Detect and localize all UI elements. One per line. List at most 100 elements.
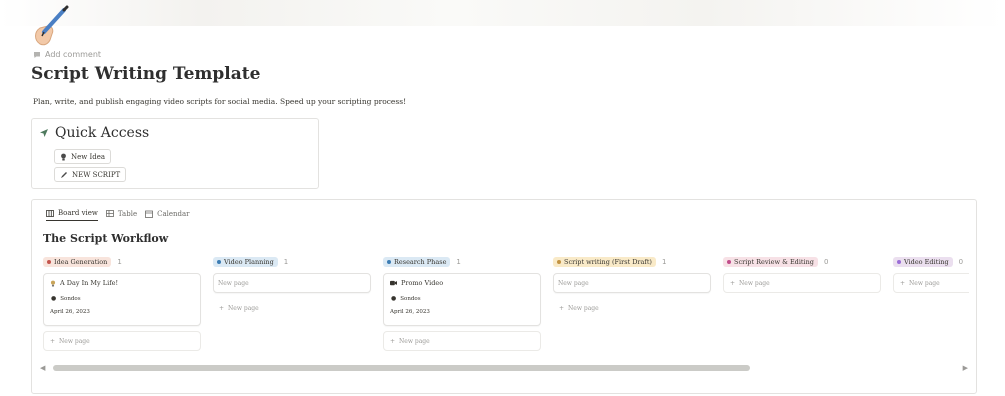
board-card[interactable]: A Day In My Life! ● Sondos April 26, 202… xyxy=(43,273,201,326)
card-owner: ● Sondos xyxy=(391,295,421,302)
new-page-button[interactable]: + New page xyxy=(383,331,541,351)
new-page-label: New page xyxy=(228,304,259,312)
status-label: Video Planning xyxy=(224,258,274,266)
column-header: Video Editing 0 xyxy=(893,256,969,268)
add-comment-button[interactable]: Add comment xyxy=(33,50,101,59)
column-count: 0 xyxy=(823,258,829,266)
new-page-label: New page xyxy=(739,279,770,287)
lightbulb-icon xyxy=(50,280,56,286)
column-count: 0 xyxy=(958,258,964,266)
status-dot xyxy=(727,260,731,264)
new-idea-button[interactable]: New Idea xyxy=(54,149,112,164)
status-label: Script writing (First Draft) xyxy=(564,258,652,266)
new-page-button[interactable]: + New page xyxy=(893,273,969,293)
new-page-button[interactable]: + New page xyxy=(553,298,711,318)
card-name: Promo Video xyxy=(401,279,444,287)
status-label: Video Editing xyxy=(904,258,949,266)
avatar: ● xyxy=(51,295,57,302)
new-idea-label: New Idea xyxy=(71,152,106,161)
status-dot xyxy=(557,260,561,264)
scroll-right-arrow-icon[interactable]: ▶ xyxy=(963,364,968,372)
status-label: Idea Generation xyxy=(54,258,108,266)
board-column-research-phase: Research Phase 1 Promo Video ● Sondos Ap… xyxy=(383,256,542,351)
new-page-label: New page xyxy=(909,279,940,287)
status-badge[interactable]: Idea Generation xyxy=(43,257,112,267)
calendar-icon xyxy=(145,210,153,218)
tab-board-view-label: Board view xyxy=(58,209,98,217)
column-header: Script writing (First Draft) 1 xyxy=(553,256,712,268)
new-page-label: New page xyxy=(399,337,430,345)
quick-access-title: Quick Access xyxy=(55,125,150,141)
plus-icon: + xyxy=(219,304,225,312)
card-owner: ● Sondos xyxy=(51,295,81,302)
tab-table[interactable]: Table xyxy=(106,209,137,221)
status-dot xyxy=(217,260,221,264)
card-title: Promo Video xyxy=(390,279,443,287)
pencil-icon xyxy=(61,171,67,178)
status-dot xyxy=(897,260,901,264)
scroll-left-arrow-icon[interactable]: ◀ xyxy=(40,364,45,372)
new-script-label: NEW SCRIPT xyxy=(72,170,121,179)
avatar: ● xyxy=(391,295,397,302)
plus-icon: + xyxy=(559,304,565,312)
tab-table-label: Table xyxy=(117,209,138,218)
quick-access-heading: Quick Access xyxy=(39,125,149,141)
arrow-pointer-icon xyxy=(40,129,48,137)
card-name: A Day In My Life! xyxy=(60,279,119,287)
new-page-label: New page xyxy=(59,337,90,345)
quick-access-callout: Quick Access New Idea NEW SCRIPT xyxy=(31,118,319,189)
new-page-button[interactable]: + New page xyxy=(213,298,371,318)
column-header: Research Phase 1 xyxy=(383,256,542,268)
plus-icon: + xyxy=(900,279,906,287)
pen-in-hand-icon xyxy=(35,5,69,46)
video-camera-icon xyxy=(390,280,397,286)
comment-icon xyxy=(34,51,40,58)
page-cover xyxy=(0,0,1005,26)
tab-board-view[interactable]: Board view xyxy=(46,209,98,221)
plus-icon: + xyxy=(390,337,396,345)
board-column-script-writing: Script writing (First Draft) 1 New page … xyxy=(553,256,712,318)
board-column-script-review: Script Review & Editing 0 + New page xyxy=(723,256,882,293)
owner-name: Sondos xyxy=(400,295,421,302)
status-badge[interactable]: Research Phase xyxy=(383,257,451,267)
status-badge[interactable]: Video Planning xyxy=(213,257,278,267)
card-placeholder: New page xyxy=(218,280,249,287)
column-count: 1 xyxy=(661,258,667,266)
column-count: 1 xyxy=(456,258,461,266)
board-card[interactable]: New page xyxy=(213,273,371,293)
new-page-button[interactable]: + New page xyxy=(723,273,881,293)
board-card[interactable]: Promo Video ● Sondos April 26, 2023 xyxy=(383,273,541,326)
status-badge[interactable]: Script Review & Editing xyxy=(723,257,818,267)
column-count: 1 xyxy=(283,258,289,266)
new-script-button[interactable]: NEW SCRIPT xyxy=(54,167,127,182)
tab-calendar[interactable]: Calendar xyxy=(145,209,190,221)
card-title: A Day In My Life! xyxy=(50,279,118,287)
horizontal-scrollbar[interactable]: ◀ ▶ xyxy=(40,364,970,372)
status-badge[interactable]: Video Editing xyxy=(893,257,953,267)
plus-icon: + xyxy=(50,337,56,345)
column-count: 1 xyxy=(117,258,122,266)
page-description: Plan, write, and publish engaging video … xyxy=(33,97,407,106)
status-label: Script Review & Editing xyxy=(734,258,814,266)
scrollbar-thumb[interactable] xyxy=(53,365,750,371)
card-date: April 26, 2023 xyxy=(390,309,430,315)
plus-icon: + xyxy=(730,279,736,287)
status-dot xyxy=(387,260,391,264)
workflow-database: Board view Table Calendar The Script Wor… xyxy=(31,199,977,394)
column-header: Video Planning 1 xyxy=(213,256,372,268)
new-page-label: New page xyxy=(568,304,599,312)
board-column-video-planning: Video Planning 1 New page + New page xyxy=(213,256,372,318)
column-header: Idea Generation 1 xyxy=(43,256,202,268)
status-dot xyxy=(47,260,51,264)
view-tabs: Board view Table Calendar xyxy=(46,209,190,221)
tab-calendar-label: Calendar xyxy=(157,209,190,218)
table-icon xyxy=(106,210,114,217)
column-header: Script Review & Editing 0 xyxy=(723,256,882,268)
status-badge[interactable]: Script writing (First Draft) xyxy=(553,257,656,267)
board-title: The Script Workflow xyxy=(43,232,169,245)
board-card[interactable]: New page xyxy=(553,273,711,293)
page-title: Script Writing Template xyxy=(31,64,261,84)
add-comment-label: Add comment xyxy=(45,50,102,59)
card-placeholder: New page xyxy=(558,280,589,287)
new-page-button[interactable]: + New page xyxy=(43,331,201,351)
